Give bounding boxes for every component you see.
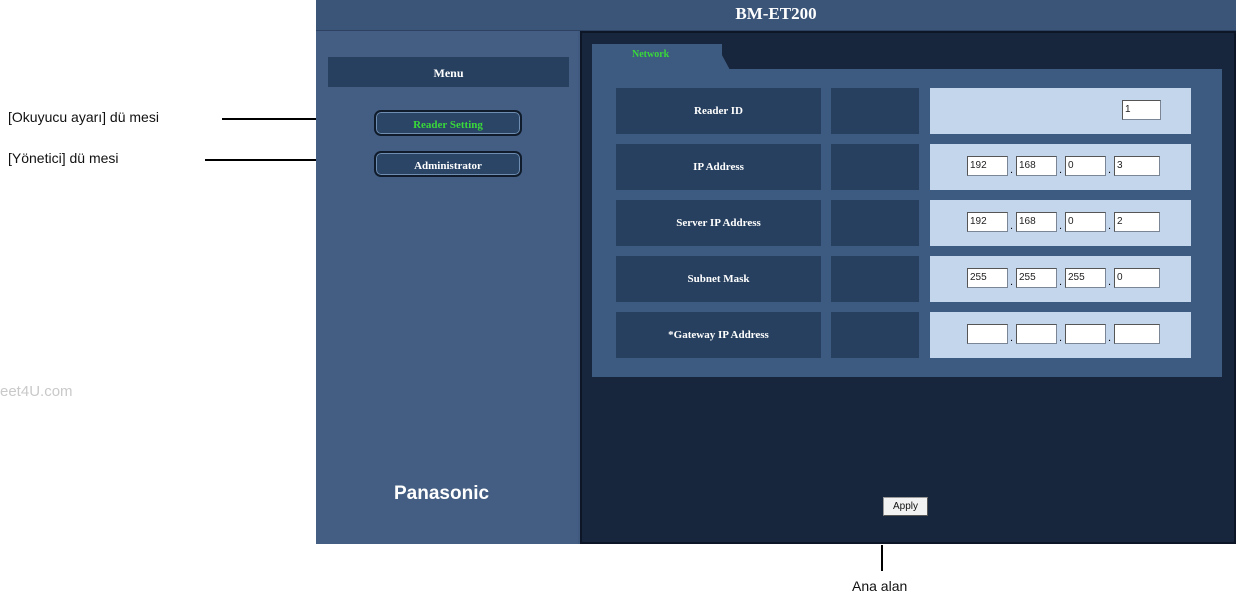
server-ip-octet-1-input[interactable]: 192 <box>967 212 1008 232</box>
left-menu-panel: Menu Reader Setting Administrator Panaso… <box>316 31 578 544</box>
menu-header: Menu <box>328 57 569 87</box>
ip-address-spacer <box>831 144 919 190</box>
administrator-button[interactable]: Administrator <box>374 151 522 177</box>
server-ip-value-cell: 192 . 168 . 0 . 2 <box>930 200 1191 246</box>
gateway-dot-1: . <box>1010 332 1014 344</box>
title-bar: BM-ET200 <box>316 0 1236 31</box>
ip-dot-3: . <box>1108 164 1112 176</box>
subnet-mask-label: Subnet Mask <box>616 256 821 302</box>
ip-octet-2-input[interactable]: 168 <box>1016 156 1057 176</box>
app-title: BM-ET200 <box>735 4 817 23</box>
ip-dot-2: . <box>1059 164 1063 176</box>
apply-button[interactable]: Apply <box>883 497 928 516</box>
watermark: eet4U.com <box>0 383 73 400</box>
gateway-octet-4-input[interactable] <box>1114 324 1160 344</box>
administrator-annotation: [Yönetici] dü mesi <box>8 150 119 166</box>
server-ip-dot-2: . <box>1059 220 1063 232</box>
ip-dot-1: . <box>1010 164 1014 176</box>
tab-network[interactable]: Network <box>592 44 730 70</box>
ip-address-value-cell: 192 . 168 . 0 . 3 <box>930 144 1191 190</box>
gateway-octet-2-input[interactable] <box>1016 324 1057 344</box>
server-ip-label: Server IP Address <box>616 200 821 246</box>
subnet-dot-3: . <box>1108 276 1112 288</box>
server-ip-octet-4-input[interactable]: 2 <box>1114 212 1160 232</box>
app-window: BM-ET200 Menu Reader Setting Administrat… <box>316 0 1236 544</box>
gateway-ip-spacer <box>831 312 919 358</box>
reader-setting-annotation: [Okuyucu ayarı] dü mesi <box>8 109 159 125</box>
main-area-annotation: Ana alan <box>852 578 908 594</box>
main-area-leader-line <box>881 545 883 571</box>
reader-setting-button[interactable]: Reader Setting <box>374 110 522 136</box>
ip-octet-1-input[interactable]: 192 <box>967 156 1008 176</box>
reader-id-label: Reader ID <box>616 88 821 134</box>
server-ip-dot-1: . <box>1010 220 1014 232</box>
gateway-ip-value-cell: . . . <box>930 312 1191 358</box>
server-ip-spacer <box>831 200 919 246</box>
server-ip-dot-3: . <box>1108 220 1112 232</box>
ip-octet-4-input[interactable]: 3 <box>1114 156 1160 176</box>
subnet-dot-2: . <box>1059 276 1063 288</box>
server-ip-octet-2-input[interactable]: 168 <box>1016 212 1057 232</box>
subnet-octet-4-input[interactable]: 0 <box>1114 268 1160 288</box>
gateway-ip-label: *Gateway IP Address <box>616 312 821 358</box>
tab-network-label: Network <box>632 49 670 60</box>
gateway-octet-1-input[interactable] <box>967 324 1008 344</box>
gateway-dot-3: . <box>1108 332 1112 344</box>
subnet-octet-3-input[interactable]: 255 <box>1065 268 1106 288</box>
subnet-octet-1-input[interactable]: 255 <box>967 268 1008 288</box>
subnet-octet-2-input[interactable]: 255 <box>1016 268 1057 288</box>
server-ip-octet-3-input[interactable]: 0 <box>1065 212 1106 232</box>
gateway-octet-3-input[interactable] <box>1065 324 1106 344</box>
reader-id-spacer <box>831 88 919 134</box>
subnet-dot-1: . <box>1010 276 1014 288</box>
reader-id-input[interactable]: 1 <box>1122 100 1161 120</box>
network-settings-panel: Reader ID 1 IP Address 192 . 168 . 0 . 3… <box>592 69 1222 377</box>
reader-id-value-cell: 1 <box>930 88 1191 134</box>
gateway-dot-2: . <box>1059 332 1063 344</box>
panasonic-logo: Panasonic <box>394 483 490 504</box>
tab-slant <box>716 44 730 70</box>
main-area: Network Reader ID 1 IP Address 192 . 168… <box>580 31 1236 544</box>
ip-octet-3-input[interactable]: 0 <box>1065 156 1106 176</box>
subnet-mask-spacer <box>831 256 919 302</box>
subnet-mask-value-cell: 255 . 255 . 255 . 0 <box>930 256 1191 302</box>
ip-address-label: IP Address <box>616 144 821 190</box>
